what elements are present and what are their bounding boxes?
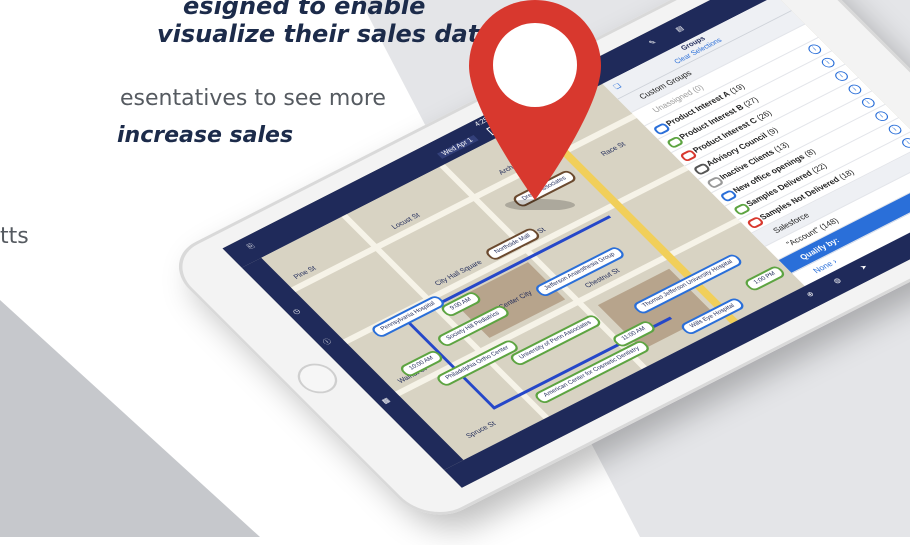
info-icon[interactable]: i xyxy=(805,42,824,56)
info-icon[interactable]: i xyxy=(886,122,905,137)
info-icon[interactable]: i xyxy=(859,96,878,110)
info-icon[interactable]: ⓘ xyxy=(321,337,335,348)
bookmark-icon[interactable]: ❏ xyxy=(612,82,623,91)
edit-icon[interactable]: ✎ xyxy=(647,38,658,47)
info-icon[interactable]: i xyxy=(832,69,851,83)
group-row-count: (18) xyxy=(836,167,857,182)
body-line-2: tts xyxy=(0,224,29,249)
navigate-icon[interactable]: ➤ xyxy=(858,263,869,272)
map-marker-label[interactable]: Pennsylvania Hospital xyxy=(369,294,447,339)
street-label: Spruce St xyxy=(465,420,498,440)
chevron-right-icon: › xyxy=(830,257,840,266)
group-row-count: (19) xyxy=(727,82,747,96)
share-icon[interactable]: ⎘ xyxy=(246,243,257,251)
pin-drop-icon[interactable]: ⊕ xyxy=(805,290,816,299)
info-icon[interactable]: i xyxy=(899,136,910,150)
group-row-count: (13) xyxy=(771,140,792,154)
group-row-count: (26) xyxy=(754,108,774,123)
time-badge: 1:00 PM xyxy=(742,264,788,293)
home-button[interactable] xyxy=(289,358,346,399)
info-icon[interactable]: i xyxy=(819,56,838,70)
group-row-count: (22) xyxy=(809,161,830,175)
group-row-count: (8) xyxy=(802,147,818,159)
group-row-count: (27) xyxy=(741,95,761,109)
headline-line-1: esigned to enable xyxy=(183,0,426,20)
grid-icon[interactable]: ▦ xyxy=(380,396,392,405)
info-icon[interactable]: i xyxy=(872,109,891,123)
location-pin-icon xyxy=(469,0,601,210)
clock-icon[interactable]: ◷ xyxy=(291,307,303,316)
list-icon[interactable]: ▤ xyxy=(674,24,686,33)
globe-icon[interactable]: ◍ xyxy=(832,276,843,285)
info-icon[interactable]: i xyxy=(845,82,864,97)
group-row-count: (9) xyxy=(764,125,781,138)
group-row-count: (0) xyxy=(690,83,706,95)
